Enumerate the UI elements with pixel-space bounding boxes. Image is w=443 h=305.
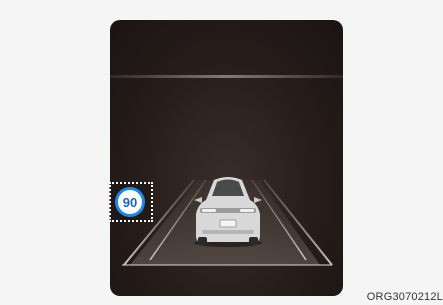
road-lanes [122,177,333,266]
speed-limit-sign: 90 [115,187,145,217]
speed-limit-value: 90 [122,194,138,210]
figure-code: ORG3070212L [366,291,443,303]
cluster-display [110,20,343,296]
